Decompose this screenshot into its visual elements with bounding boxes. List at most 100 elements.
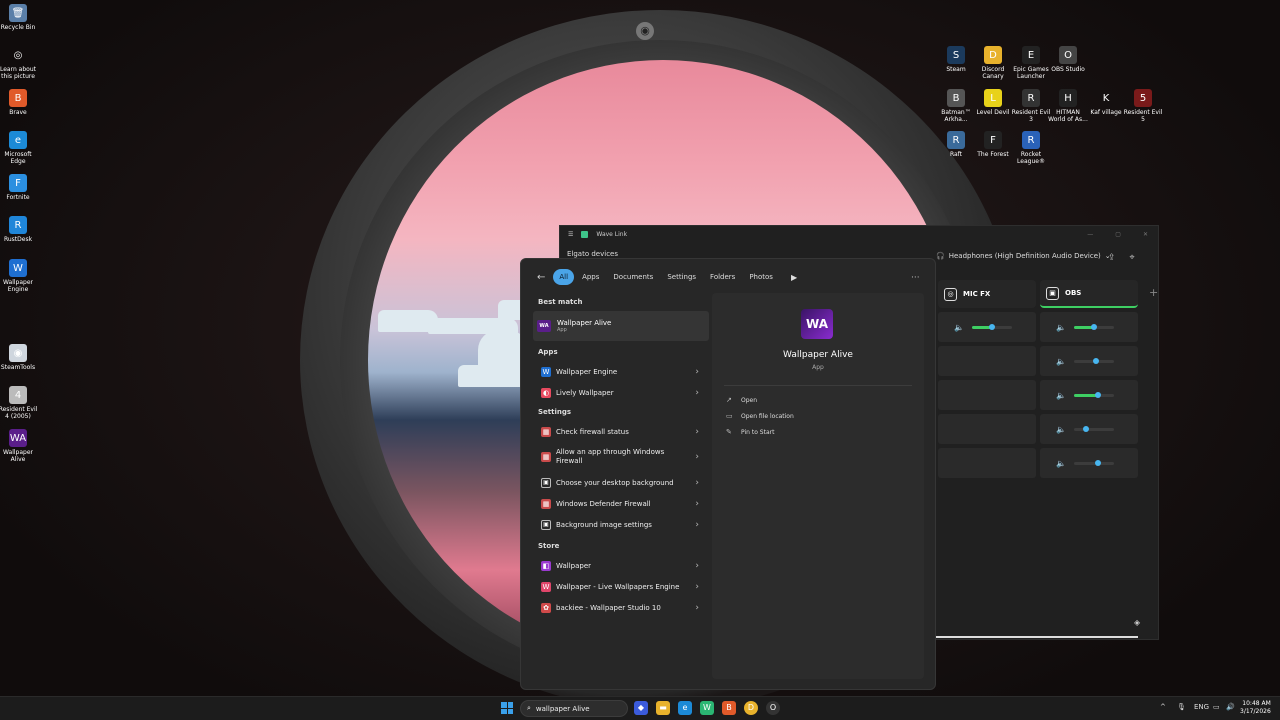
volume-slider-knob[interactable]: [1094, 459, 1101, 466]
microphone-icon[interactable]: 🎙: [1177, 703, 1186, 711]
chevron-right-icon[interactable]: ›: [695, 499, 699, 509]
desktop-shortcut[interactable]: H HITMAN World of As...: [1048, 89, 1088, 123]
desktop-shortcut[interactable]: D Discord Canary: [973, 46, 1013, 80]
chevron-right-icon[interactable]: ›: [695, 452, 699, 462]
wave-link-taskbar-icon[interactable]: W: [700, 701, 714, 715]
pin-icon[interactable]: ⌖: [1130, 253, 1135, 263]
chevron-right-icon[interactable]: ›: [695, 520, 699, 530]
mix-obs-header[interactable]: ▣ OBS: [1040, 280, 1138, 308]
desktop-shortcut[interactable]: B Batman™ Arkha...: [936, 89, 976, 123]
minimize-icon[interactable]: —: [1087, 231, 1093, 238]
speaker-icon[interactable]: 🔈: [1056, 391, 1066, 400]
speaker-icon[interactable]: 🔈: [1056, 357, 1066, 366]
desktop-shortcut[interactable]: e Microsoft Edge: [0, 131, 38, 165]
chevron-right-icon[interactable]: ›: [695, 427, 699, 437]
volume-slider[interactable]: [1073, 425, 1114, 432]
brave-icon[interactable]: B: [722, 701, 736, 715]
settings-result-item[interactable]: ▣ Background image settings ›: [533, 514, 709, 535]
settings-result-item[interactable]: ▦ Allow an app through Windows Firewall ›: [533, 442, 709, 472]
add-mix-icon[interactable]: +: [1149, 286, 1158, 299]
play-more-filters-icon[interactable]: ▶: [791, 273, 797, 282]
layers-icon[interactable]: ◈: [1134, 618, 1140, 627]
system-clock[interactable]: 10:48 AM 3/17/2026: [1240, 700, 1271, 716]
desktop-shortcut[interactable]: ◉ SteamTools: [0, 344, 38, 371]
store-result-item[interactable]: W Wallpaper - Live Wallpapers Engine ›: [533, 576, 709, 597]
output-device-dropdown[interactable]: 🎧 Headphones (High Definition Audio Devi…: [936, 252, 1111, 260]
open-action[interactable]: ↗ Open: [726, 396, 757, 404]
volume-slider[interactable]: [1073, 323, 1114, 330]
start-button-windows-icon[interactable]: [501, 702, 513, 714]
desktop-shortcut[interactable]: 🗑 Recycle Bin: [0, 4, 38, 31]
desktop-shortcut[interactable]: S Steam: [936, 46, 976, 73]
desktop-shortcut[interactable]: F The Forest: [973, 131, 1013, 158]
copilot-icon[interactable]: ◆: [634, 701, 648, 715]
volume-slider[interactable]: [1073, 357, 1114, 364]
open-file-location-action[interactable]: ▭ Open file location: [726, 412, 794, 420]
obs-icon[interactable]: O: [766, 701, 780, 715]
taskbar-search-box[interactable]: ⌕ wallpaper Alive: [520, 700, 628, 717]
chevron-right-icon[interactable]: ›: [695, 582, 699, 592]
pin-to-start-action[interactable]: ✎ Pin to Start: [726, 428, 774, 436]
volume-slider-knob[interactable]: [988, 323, 995, 330]
filter-tab-settings[interactable]: Settings: [661, 269, 702, 285]
share-icon[interactable]: ⇪: [1108, 253, 1116, 263]
store-result-item[interactable]: ◧ Wallpaper ›: [533, 555, 709, 576]
filter-tab-photos[interactable]: Photos: [743, 269, 779, 285]
chevron-right-icon[interactable]: ›: [695, 561, 699, 571]
desktop-shortcut[interactable]: R Resident Evil 3: [1011, 89, 1051, 123]
display-icon[interactable]: ▭: [1213, 703, 1220, 711]
desktop-shortcut[interactable]: ◎ Learn about this picture: [0, 46, 38, 80]
volume-slider-knob[interactable]: [1092, 357, 1099, 364]
filter-tab-apps[interactable]: Apps: [576, 269, 605, 285]
more-options-icon[interactable]: ···: [911, 273, 920, 283]
chevron-right-icon[interactable]: ›: [695, 603, 699, 613]
language-indicator[interactable]: ENG: [1194, 703, 1209, 711]
desktop-shortcut[interactable]: E Epic Games Launcher: [1011, 46, 1051, 80]
desktop-shortcut[interactable]: R Rocket League®: [1011, 131, 1051, 165]
desktop-shortcut[interactable]: O OBS Studio: [1048, 46, 1088, 73]
wave-link-titlebar[interactable]: ☰ Wave Link — ▢ ✕: [560, 226, 1158, 242]
chevron-right-icon[interactable]: ›: [695, 367, 699, 377]
app-result-item[interactable]: W Wallpaper Engine ›: [533, 361, 709, 382]
hamburger-menu-icon[interactable]: ☰: [568, 231, 573, 238]
chevron-right-icon[interactable]: ›: [695, 388, 699, 398]
desktop-shortcut[interactable]: B Brave: [0, 89, 38, 116]
app-result-item[interactable]: ◐ Lively Wallpaper ›: [533, 382, 709, 403]
settings-result-item[interactable]: ▦ Windows Defender Firewall ›: [533, 493, 709, 514]
volume-icon[interactable]: 🔊: [1226, 703, 1235, 711]
speaker-icon[interactable]: 🔈: [954, 323, 964, 332]
volume-slider[interactable]: [1073, 391, 1114, 398]
chevron-right-icon[interactable]: ›: [695, 478, 699, 488]
tray-chevron-up-icon[interactable]: ^: [1160, 703, 1166, 711]
volume-slider[interactable]: [971, 323, 1012, 330]
discord-canary-icon[interactable]: D: [744, 701, 758, 715]
close-icon[interactable]: ✕: [1143, 231, 1148, 238]
store-result-item[interactable]: ✿ backiee - Wallpaper Studio 10 ›: [533, 597, 709, 618]
speaker-icon[interactable]: 🔈: [1056, 425, 1066, 434]
desktop-shortcut[interactable]: F Fortnite: [0, 174, 38, 201]
filter-tab-documents[interactable]: Documents: [607, 269, 659, 285]
filter-tab-all[interactable]: All: [553, 269, 575, 285]
speaker-icon[interactable]: 🔈: [1056, 323, 1066, 332]
volume-slider-knob[interactable]: [1082, 425, 1089, 432]
desktop-shortcut[interactable]: WA Wallpaper Alive: [0, 429, 38, 463]
desktop-shortcut[interactable]: K Kaf village: [1086, 89, 1126, 116]
file-explorer-icon[interactable]: ▬: [656, 701, 670, 715]
desktop-shortcut[interactable]: 5 Resident Evil 5: [1123, 89, 1163, 123]
volume-slider-knob[interactable]: [1090, 323, 1097, 330]
desktop-shortcut[interactable]: R Raft: [936, 131, 976, 158]
desktop-shortcut[interactable]: W Wallpaper Engine: [0, 259, 38, 293]
volume-slider-knob[interactable]: [1094, 391, 1101, 398]
filter-tab-folders[interactable]: Folders: [704, 269, 741, 285]
edge-icon[interactable]: e: [678, 701, 692, 715]
settings-result-item[interactable]: ▣ Choose your desktop background ›: [533, 472, 709, 493]
mix-mic-fx-header[interactable]: ◎ MIC FX: [938, 280, 1036, 308]
desktop-shortcut[interactable]: R RustDesk: [0, 216, 38, 243]
speaker-icon[interactable]: 🔈: [1056, 459, 1066, 468]
best-match-item[interactable]: WA Wallpaper Alive App: [533, 311, 709, 341]
back-arrow-icon[interactable]: ←: [537, 272, 545, 283]
settings-result-item[interactable]: ▦ Check firewall status ›: [533, 421, 709, 442]
volume-slider[interactable]: [1073, 459, 1114, 466]
desktop-shortcut[interactable]: 4 Resident Evil 4 (2005): [0, 386, 38, 420]
maximize-icon[interactable]: ▢: [1115, 231, 1121, 238]
